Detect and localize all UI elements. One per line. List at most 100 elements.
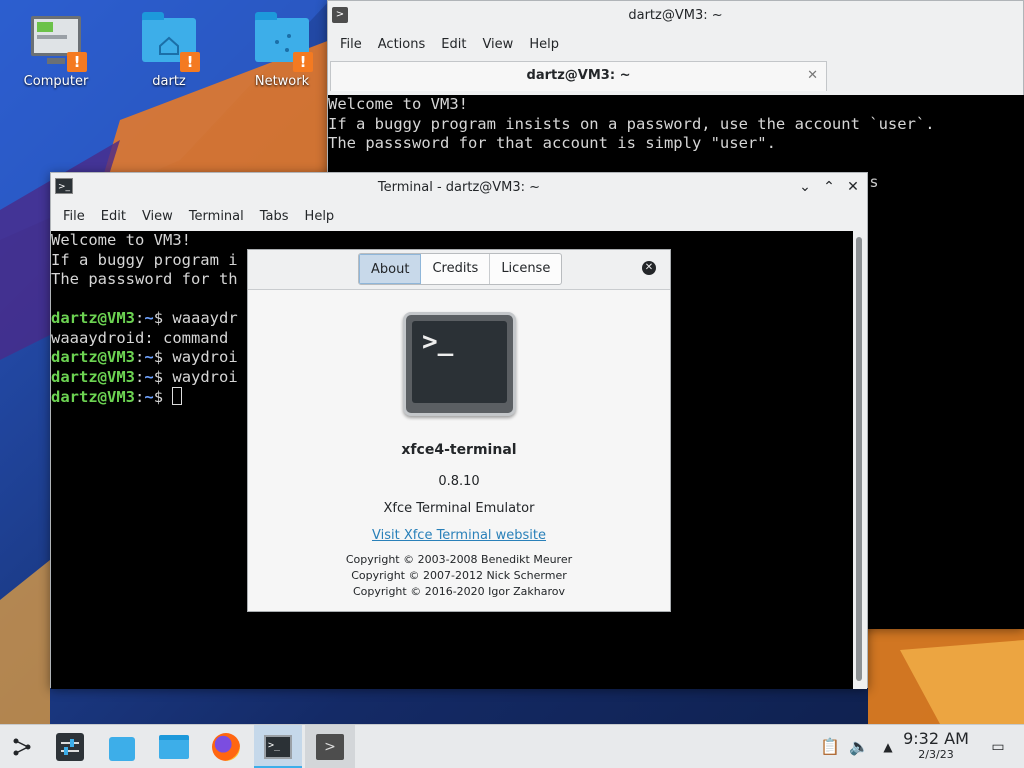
- prompt-sep: :: [135, 348, 145, 366]
- volume-icon[interactable]: 🔈: [849, 737, 869, 757]
- clock-time: 9:32 AM: [903, 729, 969, 748]
- terminal-line: Welcome to VM3!: [51, 231, 191, 249]
- menu-view[interactable]: View: [474, 37, 521, 52]
- firefox-icon: [212, 733, 240, 761]
- prompt-path: ~: [144, 348, 154, 366]
- prompt-user: dartz@VM3: [51, 388, 135, 406]
- copyright-line: Copyright © 2007-2012 Nick Schermer: [351, 569, 567, 582]
- prompt-end: $: [153, 388, 173, 406]
- website-link[interactable]: Visit Xfce Terminal website: [248, 528, 670, 543]
- back-terminal-tab[interactable]: dartz@VM3: ~ ✕: [330, 61, 827, 91]
- menu-tabs[interactable]: Tabs: [252, 209, 297, 224]
- file-manager-icon: [159, 735, 189, 759]
- back-terminal-titlebar[interactable]: > dartz@VM3: ~: [328, 1, 1023, 29]
- command-text: waydroi: [172, 348, 238, 366]
- terminal-scrollbar[interactable]: [853, 231, 867, 689]
- prompt-sep: :: [135, 388, 145, 406]
- task-xfce-terminal[interactable]: >_: [254, 725, 302, 768]
- menu-edit[interactable]: Edit: [93, 209, 134, 224]
- taskbar: >_ > 📋 🔈 ▲ 9:32 AM 2/3/23 ▭: [0, 724, 1024, 768]
- terminal-line: Welcome to VM3!: [328, 95, 468, 113]
- prompt-path: ~: [144, 388, 154, 406]
- clock-date: 2/3/23: [918, 748, 954, 761]
- discover-store-icon: [109, 737, 135, 761]
- close-icon[interactable]: ✕: [642, 261, 656, 275]
- konsole-icon: >: [316, 734, 344, 760]
- terminal-app-icon: >_: [55, 178, 73, 194]
- system-settings-button[interactable]: [48, 725, 92, 768]
- copyright-line: Copyright © 2016-2020 Igor Zakharov: [352, 585, 566, 598]
- front-terminal-menubar: File Edit View Terminal Tabs Help: [51, 201, 867, 231]
- terminal-icon: >_: [264, 735, 292, 759]
- prompt-user: dartz@VM3: [51, 367, 135, 386]
- konsole-icon: >: [332, 7, 348, 23]
- desktop-icon-label: dartz: [152, 74, 186, 89]
- computer-icon: [31, 16, 81, 56]
- prompt-end: $: [153, 348, 173, 366]
- firefox-button[interactable]: [204, 725, 248, 768]
- maximize-icon[interactable]: ⌃: [821, 179, 837, 195]
- about-tabs: About Credits License: [358, 253, 563, 285]
- prompt-path: ~: [144, 367, 154, 386]
- task-konsole[interactable]: >: [305, 725, 355, 768]
- scrollbar-thumb[interactable]: [856, 237, 862, 681]
- menu-view[interactable]: View: [134, 209, 181, 224]
- close-icon[interactable]: ✕: [845, 179, 861, 195]
- desktop-icon-network[interactable]: ! Network: [234, 12, 330, 89]
- menu-help[interactable]: Help: [297, 209, 343, 224]
- prompt-user: dartz@VM3: [51, 348, 135, 366]
- close-tab-icon[interactable]: ✕: [807, 62, 818, 90]
- app-version: 0.8.10: [438, 474, 480, 489]
- terminal-app-icon: >_: [403, 312, 516, 416]
- clock[interactable]: 9:32 AM 2/3/23: [896, 729, 976, 761]
- prompt-path: ~: [144, 309, 154, 327]
- desktop-icon-label: Network: [254, 74, 310, 89]
- warning-icon: !: [293, 52, 313, 72]
- tray-expand-icon[interactable]: ▲: [878, 737, 898, 757]
- app-description: Xfce Terminal Emulator: [383, 501, 535, 516]
- menu-help[interactable]: Help: [521, 37, 567, 52]
- desktop-icon-computer[interactable]: ! Computer: [8, 12, 104, 89]
- minimize-icon[interactable]: ⌄: [797, 179, 813, 195]
- app-name: xfce4-terminal: [401, 442, 517, 458]
- clipboard-icon[interactable]: 📋: [820, 737, 840, 757]
- command-text: waaaydr: [172, 309, 238, 327]
- desktop-icon-label: Computer: [23, 74, 89, 89]
- tab-about[interactable]: About: [359, 254, 422, 284]
- application-launcher-icon: [13, 738, 31, 756]
- warning-icon: !: [67, 52, 87, 72]
- prompt-end: $: [153, 367, 173, 386]
- menu-file[interactable]: File: [55, 209, 93, 224]
- about-dialog-header: About Credits License ✕: [248, 250, 670, 290]
- system-settings-icon: [56, 733, 84, 761]
- tab-credits[interactable]: Credits: [421, 254, 491, 284]
- about-dialog[interactable]: About Credits License ✕ >_ xfce4-termina…: [247, 249, 671, 612]
- warning-icon: !: [180, 52, 200, 72]
- text-cursor: [172, 387, 183, 405]
- about-content: >_ xfce4-terminal 0.8.10 Xfce Terminal E…: [248, 290, 670, 611]
- tab-license[interactable]: License: [490, 254, 561, 284]
- back-terminal-menubar: File Actions Edit View Help: [328, 29, 1023, 59]
- show-desktop-icon[interactable]: ▭: [988, 737, 1008, 757]
- terminal-line: If a buggy program insists on a password…: [328, 114, 935, 133]
- prompt-user: dartz@VM3: [51, 309, 135, 327]
- copyright-line: Copyright © 2003-2008 Benedikt Meurer: [345, 553, 573, 566]
- prompt-sep: :: [135, 367, 145, 386]
- terminal-line: The passsword for that account is simply…: [328, 134, 776, 152]
- window-title: Terminal - dartz@VM3: ~: [377, 179, 541, 195]
- prompt-sep: :: [135, 309, 145, 327]
- front-terminal-titlebar[interactable]: >_ Terminal - dartz@VM3: ~ ⌄ ⌃ ✕: [51, 173, 867, 201]
- menu-terminal[interactable]: Terminal: [181, 209, 252, 224]
- menu-edit[interactable]: Edit: [433, 37, 474, 52]
- command-text: waydroi: [172, 367, 238, 386]
- prompt-end: $: [153, 309, 173, 327]
- file-manager-button[interactable]: [152, 725, 196, 768]
- menu-file[interactable]: File: [332, 37, 370, 52]
- terminal-line: ​: [328, 154, 1024, 174]
- discover-store-button[interactable]: [100, 725, 144, 768]
- tab-label: dartz@VM3: ~: [526, 68, 631, 83]
- application-launcher-button[interactable]: [0, 725, 44, 768]
- window-title: dartz@VM3: ~: [628, 7, 723, 23]
- menu-actions[interactable]: Actions: [370, 37, 434, 52]
- desktop-icon-home[interactable]: ! dartz: [121, 12, 217, 89]
